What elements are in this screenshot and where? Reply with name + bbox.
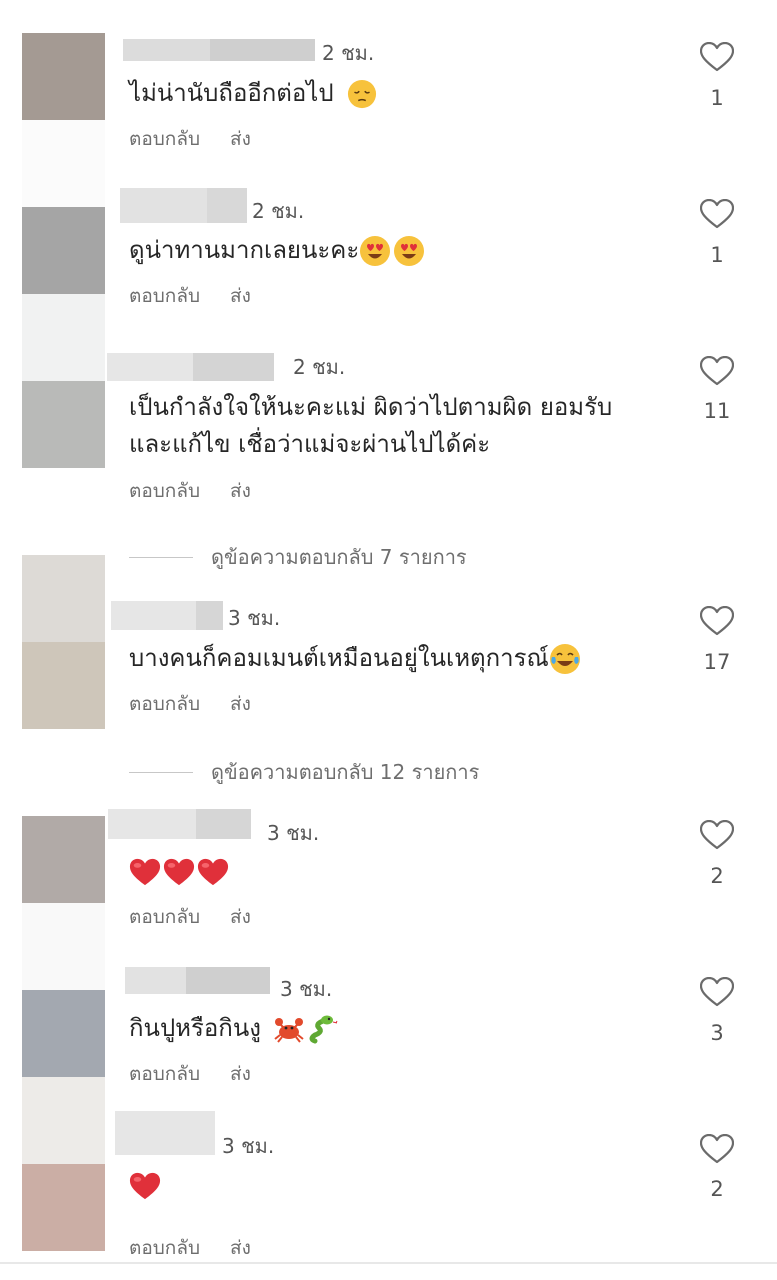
- comment-time: 2 ชม.: [252, 199, 305, 223]
- like-count: 1: [710, 86, 724, 110]
- like-count: 17: [703, 650, 731, 674]
- red-heart-icon: [129, 857, 161, 887]
- view-replies-button[interactable]: ดูข้อความตอบกลับ 12 รายการ: [129, 756, 479, 788]
- crab-icon: [273, 1013, 305, 1045]
- username-redacted: [193, 353, 274, 381]
- reply-button[interactable]: ตอบกลับ: [129, 906, 200, 928]
- bottom-divider: [0, 1262, 777, 1264]
- comment-body-line-1: เป็นกำลังใจให้นะคะแม่ ผิดว่าไปตามผิด ยอม…: [129, 393, 613, 421]
- view-replies-label: ดูข้อความตอบกลับ 12 รายการ: [211, 760, 480, 784]
- avatar[interactable]: [22, 990, 105, 1077]
- view-replies-label: ดูข้อความตอบกลับ 7 รายการ: [211, 545, 467, 569]
- red-heart-icon: [197, 857, 229, 887]
- username-redacted: [186, 967, 270, 994]
- send-button[interactable]: ส่ง: [230, 285, 251, 307]
- comment-text: ดูน่าทานมากเลยนะคะ: [129, 232, 425, 269]
- comment-time: 2 ชม.: [293, 355, 346, 379]
- like-heart-icon[interactable]: [700, 977, 734, 1007]
- avatar[interactable]: [22, 555, 105, 642]
- replies-divider-line: [129, 771, 193, 773]
- comment-actions: ตอบกลับ ส่ง: [129, 124, 251, 154]
- comment-time: 2 ชม.: [322, 41, 375, 65]
- comment-text: บางคนก็คอมเมนต์เหมือนอยู่ในเหตุการณ์: [129, 640, 581, 677]
- avatar[interactable]: [22, 381, 105, 468]
- tears-of-joy-face-icon: [549, 643, 581, 675]
- like-count: 3: [710, 1021, 724, 1045]
- like-count: 11: [703, 399, 731, 423]
- red-heart-icon: [129, 1171, 161, 1201]
- comment-body: ไม่น่านับถืออีกต่อไป: [129, 79, 334, 107]
- comment-actions: ตอบกลับ ส่ง: [129, 1233, 251, 1263]
- username-redacted: [210, 39, 315, 61]
- comment-time: 3 ชม.: [280, 977, 333, 1001]
- send-button[interactable]: ส่ง: [230, 480, 251, 502]
- replies-divider-line: [129, 556, 193, 558]
- comment-time: 3 ชม.: [228, 606, 281, 630]
- comment-body: บางคนก็คอมเมนต์เหมือนอยู่ในเหตุการณ์: [129, 644, 549, 672]
- avatar[interactable]: [22, 1164, 105, 1251]
- comment-actions: ตอบกลับ ส่ง: [129, 476, 251, 506]
- avatar: [22, 642, 105, 729]
- username-redacted: [207, 188, 247, 223]
- comment-actions: ตอบกลับ ส่ง: [129, 902, 251, 932]
- avatar: [22, 1077, 105, 1164]
- view-replies-button[interactable]: ดูข้อความตอบกลับ 7 รายการ: [129, 541, 467, 573]
- snake-icon: [307, 1013, 339, 1045]
- send-button[interactable]: ส่ง: [230, 1063, 251, 1085]
- avatar: [22, 120, 105, 207]
- comment-time: 3 ชม.: [267, 821, 320, 845]
- reply-button[interactable]: ตอบกลับ: [129, 128, 200, 150]
- red-heart-icon: [163, 857, 195, 887]
- reply-button[interactable]: ตอบกลับ: [129, 1063, 200, 1085]
- comment-text: [129, 1167, 161, 1204]
- avatar: [22, 903, 105, 990]
- send-button[interactable]: ส่ง: [230, 906, 251, 928]
- avatar: [22, 294, 105, 381]
- avatar[interactable]: [22, 816, 105, 903]
- like-heart-icon[interactable]: [700, 1134, 734, 1164]
- reply-button[interactable]: ตอบกลับ: [129, 285, 200, 307]
- like-count: 2: [710, 1177, 724, 1201]
- like-count: 1: [710, 243, 724, 267]
- username-redacted[interactable]: [115, 1111, 215, 1155]
- like-heart-icon[interactable]: [700, 356, 734, 386]
- avatar[interactable]: [22, 207, 105, 294]
- send-button[interactable]: ส่ง: [230, 1237, 251, 1259]
- heart-eyes-face-icon: [359, 235, 391, 267]
- comment-body-line-2: และแก้ไข เชื่อว่าแม่จะผ่านไปได้ค่ะ: [129, 430, 491, 458]
- like-heart-icon[interactable]: [700, 42, 734, 72]
- pensive-face-icon: [347, 79, 377, 109]
- like-heart-icon[interactable]: [700, 820, 734, 850]
- username-redacted: [196, 601, 223, 630]
- comment-body: ดูน่าทานมากเลยนะคะ: [129, 236, 360, 264]
- avatar[interactable]: [22, 33, 105, 120]
- like-count: 2: [710, 864, 724, 888]
- send-button[interactable]: ส่ง: [230, 128, 251, 150]
- comment-body: กินปูหรือกินงู: [129, 1014, 261, 1042]
- comment-actions: ตอบกลับ ส่ง: [129, 1059, 251, 1089]
- comment-text: [129, 853, 229, 890]
- comment-actions: ตอบกลับ ส่ง: [129, 281, 251, 311]
- comment-actions: ตอบกลับ ส่ง: [129, 689, 251, 719]
- like-heart-icon[interactable]: [700, 199, 734, 229]
- comment-text: กินปูหรือกินงู: [129, 1010, 339, 1047]
- comment-text: เป็นกำลังใจให้นะคะแม่ ผิดว่าไปตามผิด ยอม…: [129, 389, 612, 463]
- send-button[interactable]: ส่ง: [230, 693, 251, 715]
- reply-button[interactable]: ตอบกลับ: [129, 1237, 200, 1259]
- reply-button[interactable]: ตอบกลับ: [129, 693, 200, 715]
- username-redacted: [196, 809, 251, 839]
- comment-text: ไม่น่านับถืออีกต่อไป: [129, 75, 377, 112]
- reply-button[interactable]: ตอบกลับ: [129, 480, 200, 502]
- heart-eyes-face-icon: [393, 235, 425, 267]
- like-heart-icon[interactable]: [700, 606, 734, 636]
- comment-time: 3 ชม.: [222, 1134, 275, 1158]
